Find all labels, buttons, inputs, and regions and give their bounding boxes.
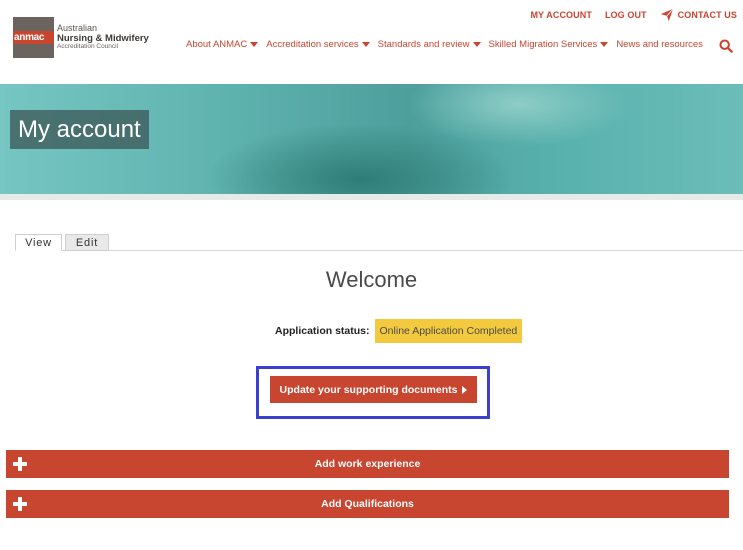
add-work-experience-accordion[interactable]: Add work experience xyxy=(6,450,729,478)
update-button-label: Update your supporting documents xyxy=(279,383,458,396)
logo-mark-text: anmac xyxy=(14,32,45,43)
caret-down-icon xyxy=(361,42,370,47)
update-supporting-documents-button[interactable]: Update your supporting documents xyxy=(270,376,477,403)
tab-view[interactable]: View xyxy=(15,234,62,251)
send-icon xyxy=(660,8,674,22)
add-qualifications-accordion[interactable]: Add Qualifications xyxy=(6,490,729,518)
nav-item-news-and-resources[interactable]: News and resources xyxy=(616,39,703,50)
search-icon[interactable] xyxy=(719,39,733,53)
anmac-logo[interactable]: anmac Australian Nursing & Midwifery Acc… xyxy=(13,17,149,58)
my-account-link[interactable]: MY ACCOUNT xyxy=(530,10,592,20)
nav-item-accreditation-services[interactable]: Accreditation services xyxy=(266,39,370,50)
arrow-right-icon xyxy=(462,385,468,394)
tab-edit[interactable]: Edit xyxy=(65,234,109,251)
main-nav: About ANMAC Accreditation services Stand… xyxy=(186,39,703,50)
status-badge: Online Application Completed xyxy=(374,319,523,343)
nav-item-skilled-migration[interactable]: Skilled Migration Services xyxy=(489,39,609,50)
logo-mark: anmac xyxy=(13,17,54,58)
caret-down-icon xyxy=(472,42,481,47)
caret-down-icon xyxy=(600,42,609,47)
nav-item-about-anmac[interactable]: About ANMAC xyxy=(186,39,259,50)
log-out-link[interactable]: LOG OUT xyxy=(605,10,647,20)
hero-banner: My account xyxy=(0,84,743,194)
plus-icon xyxy=(13,497,27,511)
contact-us-link[interactable]: CONTACT US xyxy=(660,8,737,22)
welcome-heading: Welcome xyxy=(325,267,418,292)
nav-item-label: Standards and review xyxy=(377,39,470,50)
account-tabs: View Edit xyxy=(15,234,743,251)
utility-nav: MY ACCOUNT LOG OUT CONTACT US xyxy=(530,8,737,22)
nav-item-label: About ANMAC xyxy=(186,39,248,50)
nav-item-label: News and resources xyxy=(616,39,703,50)
logo-text: Australian Nursing & Midwifery Accredita… xyxy=(57,23,149,50)
caret-down-icon xyxy=(250,42,259,47)
plus-icon xyxy=(13,457,27,471)
page-title: My account xyxy=(10,110,149,149)
accordion-label: Add work experience xyxy=(314,458,421,470)
nav-item-label: Skilled Migration Services xyxy=(488,39,598,50)
nav-item-label: Accreditation services xyxy=(266,39,359,50)
accordion-label: Add Qualifications xyxy=(321,498,414,510)
logo-line-3: Accreditation Council xyxy=(57,42,119,50)
status-label: Application status: xyxy=(275,325,370,337)
application-status: Application status: Online Application C… xyxy=(275,319,523,343)
contact-us-label: CONTACT US xyxy=(677,10,737,20)
nav-item-standards-and-review[interactable]: Standards and review xyxy=(378,39,481,50)
hero-divider xyxy=(0,194,743,200)
